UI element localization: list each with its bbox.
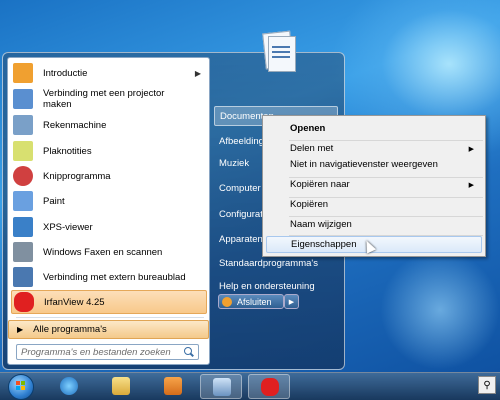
program-item-rekenmachine[interactable]: Rekenmachine	[11, 113, 207, 137]
ctx-label: Kopiëren naar	[290, 179, 350, 190]
program-label: Verbinding met extern bureaublad	[43, 271, 186, 283]
program-label: Verbinding met een projector maken	[43, 88, 165, 110]
all-programs-button[interactable]: ▶ Alle programma's	[8, 320, 209, 339]
program-label: Introductie	[43, 67, 88, 79]
program-item-irfanview[interactable]: IrfanView 4.25	[11, 290, 207, 314]
ctx-item-niet-in-navigatie[interactable]: Niet in navigatievenster weergeven	[266, 156, 482, 173]
ctx-label: Delen met	[290, 143, 334, 154]
ctx-item-naam-wijzigen[interactable]: Naam wijzigen	[266, 216, 482, 233]
program-label: Plaknotities	[43, 145, 92, 157]
windows-intro-icon	[13, 63, 33, 83]
program-label: Paint	[43, 195, 65, 207]
taskbar-media-player[interactable]	[152, 374, 194, 399]
chevron-right-icon: ▶	[288, 298, 295, 306]
taskbar-internet-explorer[interactable]	[48, 374, 90, 399]
program-item-introductie[interactable]: Introductie ▶	[11, 61, 207, 85]
snipping-tool-icon	[13, 166, 33, 186]
remote-desktop-icon	[13, 267, 33, 287]
ctx-label: Openen	[290, 123, 326, 134]
right-item-label: Computer	[219, 182, 261, 194]
search-input[interactable]: Programma's en bestanden zoeken	[16, 344, 199, 360]
remote-desktop-icon	[213, 378, 231, 396]
ctx-label: Naam wijzigen	[290, 219, 352, 230]
windows-logo-icon	[16, 381, 26, 391]
program-label: Windows Faxen en scannen	[43, 246, 163, 258]
program-item-projector[interactable]: Verbinding met een projector maken	[11, 86, 207, 112]
program-label: Rekenmachine	[43, 119, 107, 131]
search-icon[interactable]	[184, 347, 194, 357]
ctx-item-kopieren[interactable]: Kopiëren	[266, 196, 482, 213]
program-label: XPS-viewer	[43, 221, 93, 233]
magnifier-icon[interactable]: ⚲	[478, 376, 496, 394]
program-item-paint[interactable]: Paint	[11, 189, 207, 213]
ctx-label: Niet in navigatievenster weergeven	[290, 159, 438, 170]
program-label: Knipprogramma	[43, 170, 111, 182]
right-item-label: Help en ondersteuning	[219, 280, 315, 292]
ctx-label: Eigenschappen	[291, 239, 357, 250]
shutdown-button[interactable]: Afsluiten	[218, 294, 284, 309]
expand-arrow-icon: ▶	[17, 325, 24, 334]
program-item-remote-desktop[interactable]: Verbinding met extern bureaublad	[11, 265, 207, 289]
xps-viewer-icon	[13, 217, 33, 237]
submenu-arrow-icon: ▶	[194, 68, 201, 78]
context-menu: Openen Delen met ▶ Niet in navigatievenst…	[262, 115, 486, 257]
right-item-label: Standaardprogramma's	[219, 257, 318, 269]
ctx-item-kopieren-naar[interactable]: Kopiëren naar ▶	[266, 176, 482, 193]
all-programs-label: Alle programma's	[33, 324, 107, 335]
right-item-help[interactable]: Help en ondersteuning	[214, 276, 338, 296]
documents-library-icon	[262, 30, 298, 76]
irfanview-icon	[261, 378, 279, 396]
start-button[interactable]	[3, 373, 39, 400]
program-item-xps-viewer[interactable]: XPS-viewer	[11, 215, 207, 239]
wallpaper-glow	[380, 250, 500, 370]
program-item-knipprogramma[interactable]: Knipprogramma	[11, 164, 207, 188]
projector-icon	[13, 89, 33, 109]
taskbar-explorer[interactable]	[100, 374, 142, 399]
right-item-label: Muziek	[219, 157, 250, 169]
fax-scan-icon	[13, 242, 33, 262]
sticky-notes-icon	[13, 141, 33, 161]
ctx-item-openen[interactable]: Openen	[266, 120, 482, 137]
taskbar-irfanview[interactable]	[248, 374, 290, 399]
media-player-icon	[164, 377, 182, 395]
explorer-folder-icon	[112, 377, 130, 395]
shutdown-options-button[interactable]: ▶	[284, 294, 299, 309]
calculator-icon	[13, 115, 33, 135]
shutdown-label: Afsluiten	[237, 296, 272, 307]
submenu-arrow-icon: ▶	[468, 181, 474, 189]
taskbar-remote-desktop[interactable]	[200, 374, 242, 399]
ctx-item-delen-met[interactable]: Delen met ▶	[266, 140, 482, 157]
shutdown-icon	[222, 296, 232, 307]
irfanview-icon	[14, 292, 34, 312]
program-item-plaknotities[interactable]: Plaknotities	[11, 139, 207, 163]
search-placeholder: Programma's en bestanden zoeken	[21, 346, 171, 358]
submenu-arrow-icon: ▶	[468, 145, 474, 153]
paint-icon	[13, 191, 33, 211]
program-item-faxen-scannen[interactable]: Windows Faxen en scannen	[11, 240, 207, 264]
ctx-label: Kopiëren	[290, 199, 329, 210]
programs-pane: Introductie ▶ Verbinding met een project…	[7, 57, 210, 365]
program-label: IrfanView 4.25	[44, 296, 105, 308]
divider	[16, 317, 204, 318]
internet-explorer-icon	[60, 377, 78, 395]
